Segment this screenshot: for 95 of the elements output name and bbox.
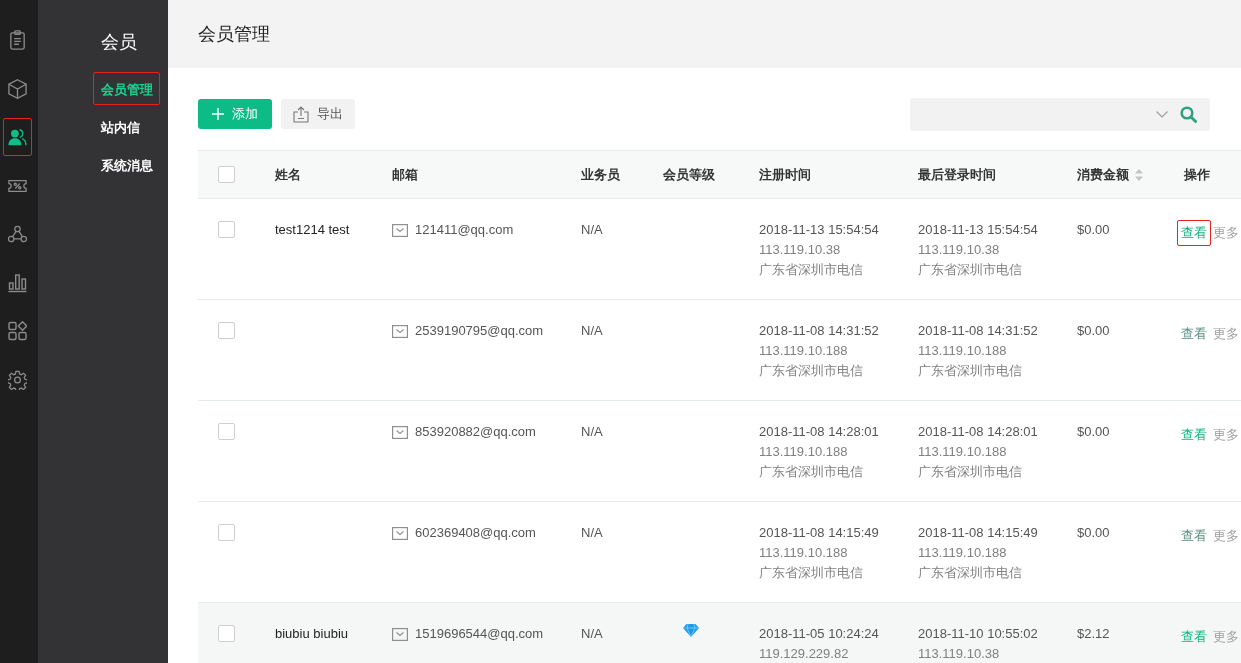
- nodes-icon: [8, 224, 27, 244]
- settings-icon: [8, 369, 27, 390]
- envelope-icon: [392, 223, 408, 237]
- ip-address-text: 113.119.10.38: [918, 241, 1000, 259]
- email-text: 121411@qq.com: [415, 221, 514, 239]
- ip-address-text: 113.119.10.38: [759, 241, 841, 259]
- column-header: 邮箱: [392, 165, 418, 184]
- member-name: test1214 test: [275, 221, 350, 239]
- column-header: 会员等级: [663, 165, 715, 184]
- location-text: 广东省深圳市电信: [918, 463, 1022, 481]
- datetime-text: 2018-11-13 15:54:54: [918, 221, 1038, 239]
- location-text: 广东省深圳市电信: [918, 261, 1022, 279]
- row-checkbox[interactable]: [218, 423, 235, 440]
- sidebar-item[interactable]: 系统消息: [93, 148, 160, 181]
- location-text: 广东省深圳市电信: [759, 463, 863, 481]
- salesperson-text: N/A: [581, 423, 603, 441]
- column-header: 姓名: [275, 165, 301, 184]
- more-link[interactable]: 更多: [1212, 220, 1241, 246]
- ip-address-text: 113.119.10.38: [918, 645, 1000, 663]
- envelope-icon: [392, 526, 408, 540]
- upload-icon: [293, 105, 309, 123]
- ip-address-text: 119.129.229.82: [759, 645, 849, 663]
- amount-text: $0.00: [1077, 221, 1110, 239]
- ip-address-text: 113.119.10.188: [759, 544, 848, 562]
- email-text: 853920882@qq.com: [415, 423, 536, 441]
- plus-icon: [212, 108, 224, 120]
- envelope-icon: [392, 627, 408, 641]
- location-text: 广东省深圳市电信: [759, 564, 863, 582]
- amount-text: $0.00: [1077, 423, 1110, 441]
- location-text: 广东省深圳市电信: [918, 564, 1022, 582]
- amount-text: $0.00: [1077, 524, 1110, 542]
- row-checkbox[interactable]: [218, 322, 235, 339]
- bar-chart-icon: [8, 272, 27, 293]
- email-text: 2539190795@qq.com: [415, 322, 544, 340]
- ip-address-text: 113.119.10.188: [918, 443, 1007, 461]
- column-header: 操作: [1184, 165, 1210, 184]
- view-link[interactable]: 查看: [1177, 321, 1211, 347]
- export-button[interactable]: 导出: [281, 99, 355, 129]
- search-icon[interactable]: [1180, 105, 1197, 123]
- more-link[interactable]: 更多: [1212, 422, 1241, 448]
- datetime-text: 2018-11-05 10:24:24: [759, 625, 879, 643]
- column-header: 注册时间: [759, 165, 811, 184]
- location-text: 广东省深圳市电信: [759, 362, 863, 380]
- clipboard-icon: [8, 30, 27, 50]
- view-link[interactable]: 查看: [1177, 220, 1211, 246]
- datetime-text: 2018-11-08 14:31:52: [759, 322, 879, 340]
- more-link[interactable]: 更多: [1212, 624, 1241, 650]
- salesperson-text: N/A: [581, 221, 603, 239]
- add-button[interactable]: 添加: [198, 99, 272, 129]
- email-text: 602369408@qq.com: [415, 524, 536, 542]
- column-header: 最后登录时间: [918, 165, 996, 184]
- row-checkbox[interactable]: [218, 524, 235, 541]
- search-field[interactable]: [910, 97, 1210, 131]
- page-title: 会员管理: [198, 23, 270, 46]
- email-text: 1519696544@qq.com: [415, 625, 544, 643]
- salesperson-text: N/A: [581, 322, 603, 340]
- member-name: biubiu biubiu: [275, 625, 348, 643]
- view-link[interactable]: 查看: [1177, 624, 1211, 650]
- people-icon: [8, 127, 27, 147]
- datetime-text: 2018-11-13 15:54:54: [759, 221, 879, 239]
- row-checkbox[interactable]: [218, 221, 235, 238]
- salesperson-text: N/A: [581, 524, 603, 542]
- datetime-text: 2018-11-08 14:28:01: [918, 423, 1038, 441]
- sidebar-title: 会员: [101, 31, 137, 54]
- cube-icon: [8, 78, 27, 99]
- envelope-icon: [392, 425, 408, 439]
- ip-address-text: 113.119.10.188: [918, 342, 1007, 360]
- ip-address-text: 113.119.10.188: [759, 342, 848, 360]
- datetime-text: 2018-11-08 14:31:52: [918, 322, 1038, 340]
- location-text: 广东省深圳市电信: [918, 362, 1022, 380]
- envelope-icon: [392, 324, 408, 338]
- more-link[interactable]: 更多: [1212, 321, 1241, 347]
- column-header[interactable]: 消费金额: [1077, 165, 1143, 184]
- view-link[interactable]: 查看: [1177, 523, 1211, 549]
- ip-address-text: 113.119.10.188: [759, 443, 848, 461]
- apps-grid-icon: [8, 321, 27, 341]
- location-text: 广东省深圳市电信: [759, 261, 863, 279]
- ip-address-text: 113.119.10.188: [918, 544, 1007, 562]
- nav-button[interactable]: [3, 118, 32, 156]
- salesperson-text: N/A: [581, 625, 603, 643]
- amount-text: $0.00: [1077, 322, 1110, 340]
- sort-icon[interactable]: [1135, 168, 1143, 181]
- more-link[interactable]: 更多: [1212, 523, 1241, 549]
- datetime-text: 2018-11-08 14:15:49: [759, 524, 879, 542]
- column-header: 业务员: [581, 165, 620, 184]
- datetime-text: 2018-11-10 10:55:02: [918, 625, 1038, 643]
- datetime-text: 2018-11-08 14:28:01: [759, 423, 879, 441]
- amount-text: $2.12: [1077, 625, 1110, 643]
- datetime-text: 2018-11-08 14:15:49: [918, 524, 1038, 542]
- chevron-down-icon[interactable]: [1156, 110, 1168, 118]
- view-link[interactable]: 查看: [1177, 422, 1211, 448]
- sidebar-item[interactable]: 会员管理: [93, 72, 160, 105]
- sidebar-item[interactable]: 站内信: [93, 110, 147, 143]
- row-checkbox[interactable]: [218, 625, 235, 642]
- select-all-checkbox[interactable]: [218, 166, 235, 183]
